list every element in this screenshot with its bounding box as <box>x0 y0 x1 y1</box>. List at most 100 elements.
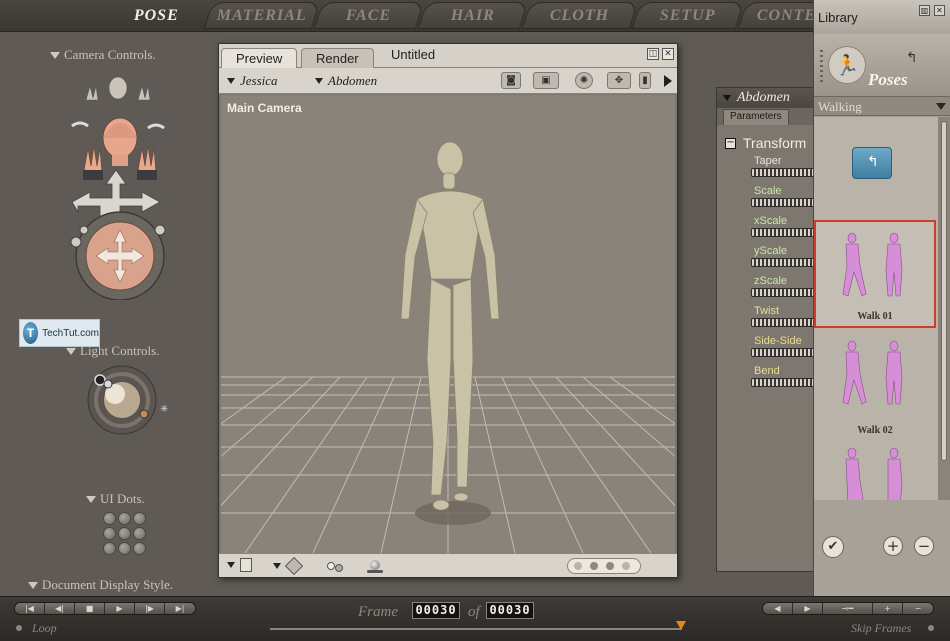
parameter-dial[interactable] <box>751 228 815 237</box>
figure-select[interactable]: Jessica <box>227 73 278 89</box>
camera-hand-right-icon[interactable] <box>137 145 157 180</box>
camera-view-icon[interactable]: ◙ <box>501 72 521 89</box>
delete-key-icon[interactable]: − <box>903 603 933 614</box>
apply-checkmark-icon[interactable]: ✔ <box>822 536 844 558</box>
step-forward-icon[interactable]: |▶ <box>135 603 165 614</box>
maximize-icon[interactable]: ◫ <box>647 48 659 60</box>
view-dot[interactable] <box>606 562 614 570</box>
camera-controls-header[interactable]: Camera Controls. <box>50 47 156 63</box>
parameter-dial[interactable] <box>751 288 815 297</box>
ui-dot[interactable] <box>103 527 116 540</box>
trackball-icon[interactable] <box>85 221 155 291</box>
ui-dot[interactable] <box>103 542 116 555</box>
view-dot[interactable] <box>622 562 630 570</box>
small-hand-left-icon[interactable] <box>85 84 99 101</box>
light-sparkle-icon[interactable]: ✳ <box>160 404 168 415</box>
camera-hand-left-icon[interactable] <box>83 145 103 180</box>
library-scroll-thumb[interactable] <box>941 121 947 461</box>
light-selector-dot[interactable] <box>103 379 113 389</box>
next-key-icon[interactable]: ▶ <box>793 603 823 614</box>
tab-preview[interactable]: Preview <box>221 48 298 68</box>
current-frame-field[interactable]: 00030 <box>412 602 460 619</box>
scale-icon[interactable]: ▮ <box>639 72 651 89</box>
parameters-header[interactable]: Abdomen <box>717 88 817 108</box>
parent-folder-icon[interactable]: ↰ <box>852 147 892 179</box>
library-close-icon[interactable]: ✕ <box>934 5 945 16</box>
zoom-key-icon[interactable] <box>71 121 89 128</box>
view-dot[interactable] <box>574 562 582 570</box>
library-tile-icon[interactable]: ▥ <box>919 5 930 16</box>
camera-dot-left[interactable] <box>70 236 82 248</box>
parameter-dial[interactable] <box>751 258 815 267</box>
remove-from-library-icon[interactable]: − <box>914 536 934 556</box>
light-color-dot[interactable] <box>139 409 149 419</box>
multi-view-icon[interactable]: ▣ <box>533 72 559 89</box>
library-scrollbar[interactable] <box>938 117 950 500</box>
collapse-group-icon[interactable]: − <box>725 138 736 149</box>
small-hand-right-icon[interactable] <box>137 84 151 101</box>
move-icon[interactable]: ✥ <box>607 72 631 89</box>
ui-dot[interactable] <box>118 512 131 525</box>
timeline-marker-icon[interactable] <box>676 621 686 630</box>
ui-dot[interactable] <box>103 512 116 525</box>
parameter-dial[interactable] <box>751 198 815 207</box>
library-category-header[interactable]: 🏃 ↰ Poses <box>814 34 950 96</box>
play-icon[interactable]: ▶ <box>105 603 135 614</box>
light-controls-header[interactable]: Light Controls. <box>66 343 159 359</box>
dolly-icon[interactable] <box>147 123 165 130</box>
timeline-track[interactable] <box>270 628 682 630</box>
document-title: Untitled <box>391 47 436 62</box>
skip-frames-radio[interactable] <box>928 625 934 631</box>
add-key-icon[interactable]: + <box>873 603 903 614</box>
display-style-select[interactable] <box>227 558 252 572</box>
jessica-figure[interactable] <box>400 141 500 511</box>
pose-item-walk-02[interactable]: Walk 02 <box>814 332 936 440</box>
tab-hair[interactable]: HAIR <box>417 2 529 29</box>
parameter-dial[interactable] <box>751 318 815 327</box>
ui-dot[interactable] <box>133 527 146 540</box>
rotate-icon[interactable]: ✺ <box>575 72 593 89</box>
tab-parameters[interactable]: Parameters <box>723 109 789 125</box>
key-icon[interactable]: ⊸━ <box>823 603 873 614</box>
light-handle-dot[interactable] <box>94 374 106 386</box>
tab-face[interactable]: FACE <box>313 2 425 29</box>
tab-material[interactable]: MATERIAL <box>203 2 321 29</box>
ui-dot[interactable] <box>118 527 131 540</box>
total-frames-field[interactable]: 00030 <box>486 602 534 619</box>
go-to-end-icon[interactable]: ▶| <box>165 603 195 614</box>
go-to-start-icon[interactable]: |◀ <box>15 603 45 614</box>
parameter-dial[interactable] <box>751 168 815 177</box>
ui-dot[interactable] <box>118 542 131 555</box>
ui-dot[interactable] <box>133 542 146 555</box>
pose-item-walk-01[interactable]: Walk 01 <box>814 220 936 328</box>
document-display-style-header[interactable]: Document Display Style. <box>28 577 173 593</box>
camera-dot-left-upper[interactable] <box>79 225 89 235</box>
small-head-icon[interactable] <box>108 76 128 100</box>
ui-dots-header[interactable]: UI Dots. <box>86 491 145 507</box>
add-to-library-icon[interactable]: + <box>883 536 903 556</box>
object-select[interactable] <box>273 556 304 576</box>
body-part-select[interactable]: Abdomen <box>315 73 377 89</box>
camera-dot-right[interactable] <box>154 224 166 236</box>
parameter-dial[interactable] <box>751 378 815 387</box>
tab-render[interactable]: Render <box>301 48 374 68</box>
loop-radio[interactable] <box>16 625 22 631</box>
ground-light-icon[interactable] <box>367 558 383 574</box>
3d-viewport[interactable]: Main Camera <box>221 95 675 553</box>
toolbar-more-arrow-icon[interactable] <box>664 75 672 87</box>
tab-setup[interactable]: SETUP <box>631 2 745 29</box>
stop-icon[interactable]: ■ <box>75 603 105 614</box>
ui-dot[interactable] <box>133 512 146 525</box>
tab-pose[interactable]: POSE <box>114 2 199 29</box>
pose-item-walk-03[interactable] <box>814 437 936 500</box>
light-balls-icon[interactable] <box>327 560 345 572</box>
parameter-dial[interactable] <box>751 348 815 357</box>
step-back-icon[interactable]: ◀| <box>45 603 75 614</box>
up-level-arrow-icon[interactable]: ↰ <box>906 50 918 66</box>
view-dot[interactable] <box>590 562 598 570</box>
camera-head-icon[interactable] <box>102 117 138 166</box>
close-icon[interactable]: ✕ <box>662 48 674 60</box>
library-subcategory-select[interactable]: Walking <box>814 96 950 116</box>
tab-cloth[interactable]: CLOTH <box>521 2 639 29</box>
prev-key-icon[interactable]: ◀ <box>763 603 793 614</box>
